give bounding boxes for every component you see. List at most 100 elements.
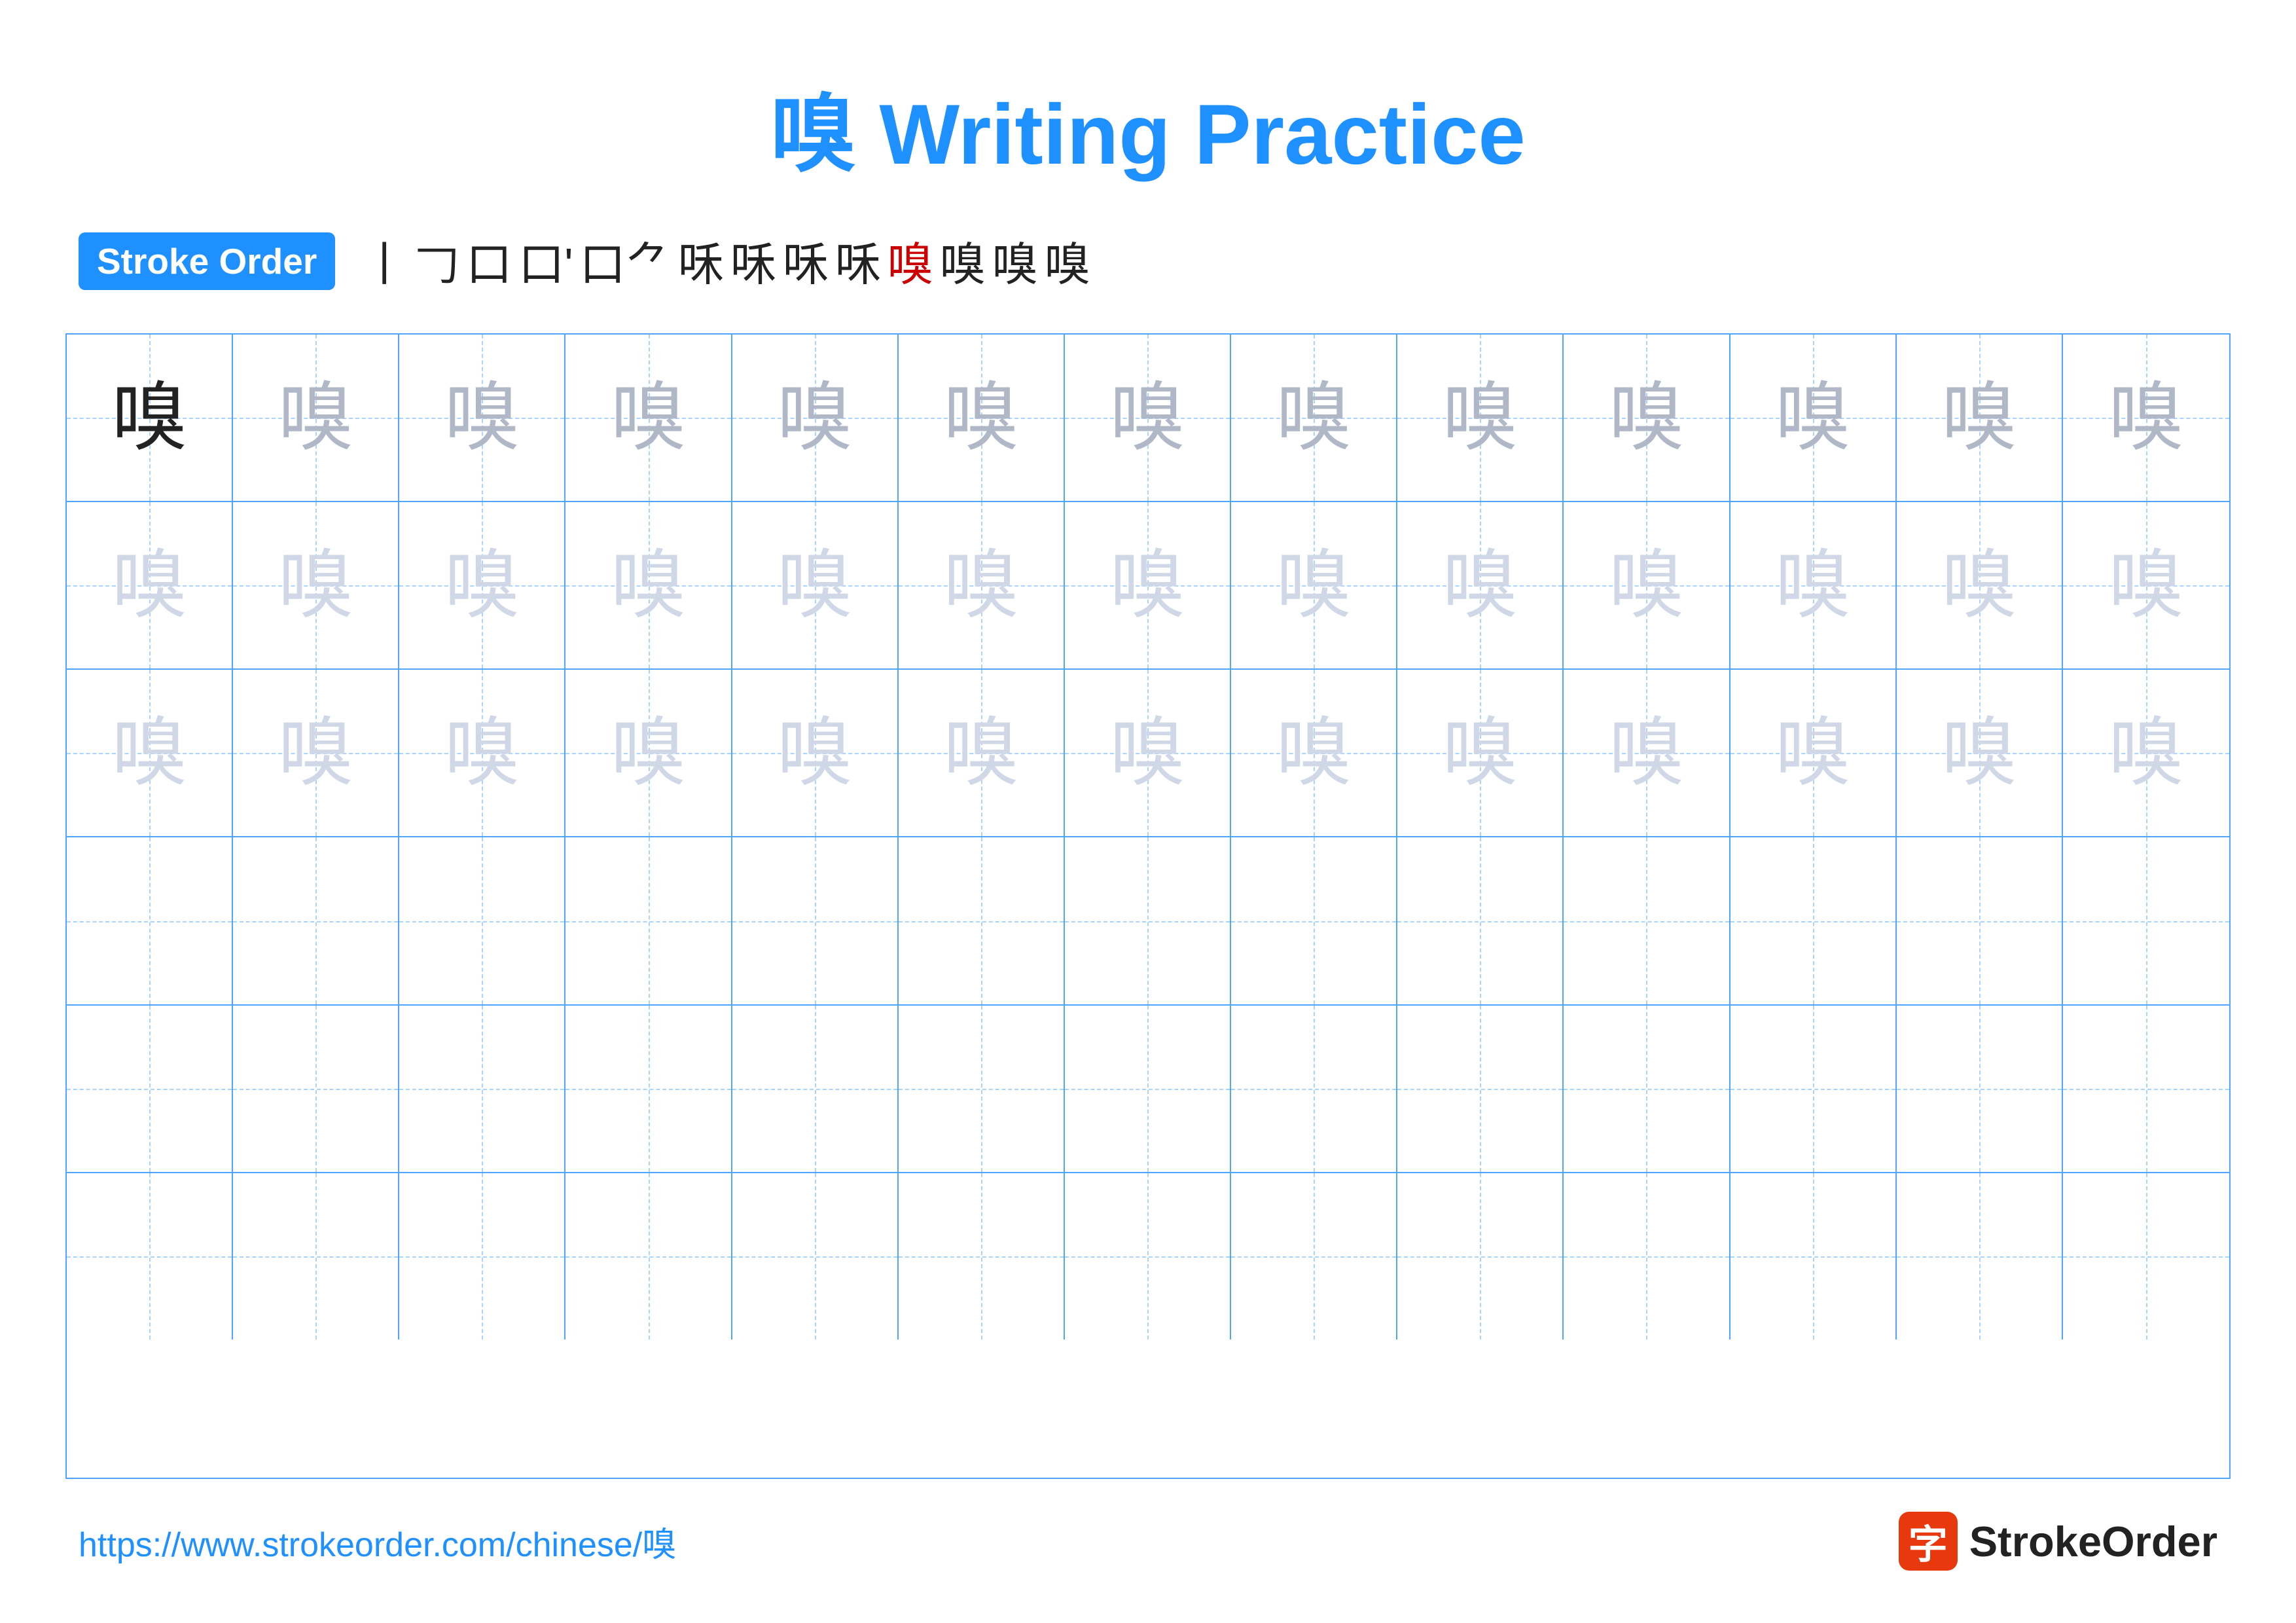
- character-2-7: 嗅: [1276, 716, 1352, 791]
- grid-cell[interactable]: 嗅: [67, 502, 233, 668]
- grid-cell[interactable]: [2063, 1006, 2229, 1172]
- grid-cell[interactable]: [1397, 837, 1564, 1004]
- grid-cell[interactable]: 嗅: [399, 670, 565, 836]
- grid-cell[interactable]: 嗅: [1231, 335, 1397, 501]
- grid-cell[interactable]: [1065, 1173, 1231, 1340]
- grid-cell[interactable]: 嗅: [1231, 502, 1397, 668]
- grid-cell[interactable]: 嗅: [899, 502, 1065, 668]
- stroke-8: 咊: [783, 228, 829, 294]
- grid-cell[interactable]: 嗅: [732, 335, 899, 501]
- grid-cell[interactable]: 嗅: [1564, 670, 1730, 836]
- grid-cell[interactable]: 嗅: [1731, 670, 1897, 836]
- grid-cell[interactable]: 嗅: [732, 502, 899, 668]
- character-1-9: 嗅: [1609, 548, 1684, 623]
- grid-cell[interactable]: 嗅: [2063, 502, 2229, 668]
- grid-cell[interactable]: [1897, 1173, 2063, 1340]
- grid-cell[interactable]: [1731, 1006, 1897, 1172]
- grid-cell[interactable]: [899, 1006, 1065, 1172]
- grid-cell[interactable]: [899, 1173, 1065, 1340]
- grid-cell[interactable]: [565, 837, 732, 1004]
- grid-cell[interactable]: 嗅: [1897, 670, 2063, 836]
- grid-cell[interactable]: [1065, 1006, 1231, 1172]
- grid-cell[interactable]: [899, 837, 1065, 1004]
- grid-cell[interactable]: 嗅: [67, 335, 233, 501]
- grid-cell[interactable]: 嗅: [233, 502, 399, 668]
- grid-cell[interactable]: 嗅: [1731, 502, 1897, 668]
- stroke-7: 咊: [730, 228, 776, 294]
- grid-cell[interactable]: [732, 1006, 899, 1172]
- grid-cell[interactable]: 嗅: [1397, 502, 1564, 668]
- grid-cell[interactable]: 嗅: [1564, 335, 1730, 501]
- grid-cell[interactable]: [1231, 837, 1397, 1004]
- stroke-11: 嗅: [940, 228, 986, 294]
- grid-cell[interactable]: 嗅: [1731, 335, 1897, 501]
- grid-cell[interactable]: 嗅: [2063, 335, 2229, 501]
- character-0-10: 嗅: [1775, 380, 1850, 456]
- stroke-9: 咊: [835, 228, 881, 294]
- grid-cell[interactable]: [1731, 837, 1897, 1004]
- stroke-2: 𠃌: [414, 228, 459, 294]
- grid-cell[interactable]: 嗅: [1897, 502, 2063, 668]
- grid-cell[interactable]: 嗅: [1065, 335, 1231, 501]
- grid-cell[interactable]: [1231, 1006, 1397, 1172]
- grid-cell[interactable]: [565, 1006, 732, 1172]
- grid-cell[interactable]: 嗅: [899, 335, 1065, 501]
- stroke-13: 嗅: [1045, 228, 1090, 294]
- grid-cell[interactable]: [1897, 1006, 2063, 1172]
- stroke-4: 口': [518, 228, 573, 294]
- grid-cell[interactable]: [732, 837, 899, 1004]
- grid-cell[interactable]: [1731, 1173, 1897, 1340]
- grid-cell[interactable]: [1397, 1006, 1564, 1172]
- grid-cell[interactable]: [399, 1006, 565, 1172]
- character-0-4: 嗅: [777, 380, 852, 456]
- grid-cell[interactable]: 嗅: [1397, 670, 1564, 836]
- character-0-0: 嗅: [112, 380, 187, 456]
- grid-cell[interactable]: 嗅: [1065, 670, 1231, 836]
- character-1-12: 嗅: [2108, 548, 2183, 623]
- footer-url[interactable]: https://www.strokeorder.com/chinese/嗅: [79, 1517, 676, 1566]
- grid-cell[interactable]: 嗅: [565, 502, 732, 668]
- grid-cell[interactable]: 嗅: [565, 670, 732, 836]
- grid-cell[interactable]: [399, 837, 565, 1004]
- character-1-3: 嗅: [611, 548, 686, 623]
- grid-cell[interactable]: 嗅: [732, 670, 899, 836]
- grid-cell[interactable]: 嗅: [565, 335, 732, 501]
- grid-cell[interactable]: [67, 1173, 233, 1340]
- grid-cell[interactable]: [233, 837, 399, 1004]
- grid-cell[interactable]: [565, 1173, 732, 1340]
- character-2-4: 嗅: [777, 716, 852, 791]
- character-0-8: 嗅: [1443, 380, 1518, 456]
- grid-cell[interactable]: 嗅: [67, 670, 233, 836]
- grid-cell[interactable]: [1564, 837, 1730, 1004]
- grid-cell[interactable]: 嗅: [2063, 670, 2229, 836]
- grid-cell[interactable]: 嗅: [233, 670, 399, 836]
- character-1-8: 嗅: [1443, 548, 1518, 623]
- grid-cell[interactable]: [1231, 1173, 1397, 1340]
- grid-cell[interactable]: 嗅: [1397, 335, 1564, 501]
- grid-cell[interactable]: 嗅: [399, 502, 565, 668]
- grid-cell[interactable]: [1564, 1006, 1730, 1172]
- grid-cell[interactable]: 嗅: [399, 335, 565, 501]
- grid-cell[interactable]: [233, 1006, 399, 1172]
- grid-cell[interactable]: 嗅: [899, 670, 1065, 836]
- grid-cell[interactable]: [732, 1173, 899, 1340]
- character-1-10: 嗅: [1775, 548, 1850, 623]
- character-1-6: 嗅: [1109, 548, 1185, 623]
- grid-cell[interactable]: [1397, 1173, 1564, 1340]
- grid-cell[interactable]: [1897, 837, 2063, 1004]
- grid-cell[interactable]: 嗅: [1897, 335, 2063, 501]
- grid-cell[interactable]: 嗅: [233, 335, 399, 501]
- grid-cell[interactable]: 嗅: [1231, 670, 1397, 836]
- grid-cell[interactable]: [67, 1006, 233, 1172]
- grid-row: 嗅嗅嗅嗅嗅嗅嗅嗅嗅嗅嗅嗅嗅: [67, 670, 2229, 837]
- grid-cell[interactable]: 嗅: [1065, 502, 1231, 668]
- grid-cell[interactable]: [1564, 1173, 1730, 1340]
- grid-cell[interactable]: [2063, 1173, 2229, 1340]
- grid-cell[interactable]: [399, 1173, 565, 1340]
- grid-cell[interactable]: [67, 837, 233, 1004]
- grid-cell[interactable]: 嗅: [1564, 502, 1730, 668]
- grid-cell[interactable]: [2063, 837, 2229, 1004]
- grid-cell[interactable]: [233, 1173, 399, 1340]
- character-1-1: 嗅: [278, 548, 353, 623]
- grid-cell[interactable]: [1065, 837, 1231, 1004]
